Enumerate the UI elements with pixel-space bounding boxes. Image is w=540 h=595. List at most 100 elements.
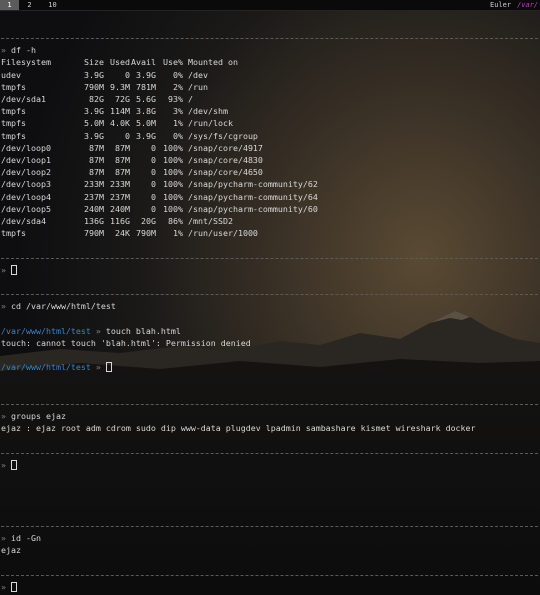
top-status-bar: 1 2 10 Euler/var/: [0, 0, 540, 11]
df-cell: 240M: [110, 203, 130, 214]
df-cell: 100%: [163, 155, 183, 165]
df-cell: 5.0M: [136, 118, 156, 129]
df-cell: udev: [1, 69, 21, 80]
prompt-symbol: »: [95, 325, 101, 336]
df-cell: 5.0M: [84, 118, 104, 129]
terminal-window[interactable]: » df -h Filesystem Size Used Avail Use% …: [1, 32, 540, 593]
command-text: groups ejaz: [11, 411, 66, 422]
df-row: /dev/loop4 237M 237M 0 100% /snap/pycharm-com…: [1, 191, 318, 203]
df-cell: 3.9G: [84, 106, 104, 117]
df-cell: 233M: [110, 179, 130, 190]
command-output: ejaz : ejaz root adm cdrom sudo dip www-…: [1, 423, 476, 434]
df-cell: 20G: [141, 216, 156, 227]
text-cursor: [105, 362, 112, 373]
prompt-symbol: »: [1, 411, 6, 422]
df-cell: tmpfs: [1, 130, 26, 141]
df-cell: 0: [151, 155, 156, 165]
command-line: » id -Gn: [1, 532, 540, 544]
df-header-row: Filesystem Size Used Avail Use% Mounted …: [1, 56, 318, 68]
df-cell: 100%: [163, 167, 183, 178]
df-cell: 9.3M: [110, 81, 130, 92]
df-cell: 82G: [89, 93, 104, 104]
df-row: tmpfs 3.9G 114M 3.8G 3% /dev/shm: [1, 105, 318, 117]
df-cell: 0%: [173, 130, 183, 141]
df-row: /dev/sda4 136G 116G 20G 86% /mnt/SSD2: [1, 215, 318, 227]
df-cell: /snap/core/4917: [188, 142, 263, 153]
df-row: tmpfs 3.9G 0 3.9G 0% /sys/fs/cgroup: [1, 130, 318, 142]
df-cell: 86%: [168, 216, 183, 227]
df-cell: 87M: [89, 155, 104, 165]
df-row: tmpfs 790M 24K 790M 1% /run/user/1000: [1, 227, 318, 239]
df-rows: udev 3.9G 0 3.9G 0%/dev tmpfs 790M 9.3M 781M 2%/r…: [1, 69, 318, 240]
df-cell: 87M: [115, 142, 130, 153]
prompt-separator: [1, 288, 540, 300]
df-cell: 2%: [173, 81, 183, 92]
command-text: df -h: [11, 45, 36, 56]
df-row: udev 3.9G 0 3.9G 0% /dev: [1, 69, 318, 81]
df-cell: 114M: [110, 106, 130, 117]
prompt-line: »: [1, 581, 540, 593]
df-cell: 1%: [173, 228, 183, 239]
df-cell: 100%: [163, 179, 183, 190]
df-cell: 1%: [173, 118, 183, 129]
df-row: /dev/loop5 240M 240M 0 100% /snap/pycharm-com…: [1, 203, 318, 215]
df-cell: 0: [151, 191, 156, 202]
command-output: ejaz: [1, 545, 21, 556]
df-cell: 0: [125, 69, 130, 80]
prompt-line: /var/www/html/test »: [1, 361, 540, 373]
df-cell: 237M: [110, 191, 130, 202]
column-header: Mounted on: [188, 57, 238, 68]
df-cell: 100%: [163, 203, 183, 214]
df-row: /dev/loop2 87M 87M 0 100% /snap/core/4650: [1, 166, 318, 178]
df-cell: 93%: [168, 93, 183, 104]
df-cell: /dev/loop4: [1, 191, 51, 202]
df-cell: /snap/pycharm-community/64: [188, 191, 318, 202]
text-cursor: [11, 459, 17, 470]
df-cell: 0: [125, 130, 130, 141]
df-cell: 116G: [110, 216, 130, 227]
df-cell: 3%: [173, 106, 183, 117]
column-header: Size: [84, 57, 104, 68]
df-cell: 0: [151, 167, 156, 178]
df-cell: tmpfs: [1, 81, 26, 92]
command-line: /var/www/html/test » touch blah.html: [1, 325, 540, 337]
df-row: /dev/loop1 87M 87M 0 100% /snap/core/4830: [1, 154, 318, 166]
df-cell: 136G: [84, 216, 104, 227]
error-output: touch: cannot touch 'blah.html': Permiss…: [1, 337, 251, 348]
prompt-symbol: »: [1, 459, 6, 470]
command-line: » groups ejaz: [1, 410, 540, 422]
text-cursor: [11, 581, 17, 592]
df-cell: /mnt/SSD2: [188, 216, 233, 227]
current-path: /var/www/html/test: [1, 325, 91, 336]
df-cell: /: [188, 93, 193, 104]
df-cell: /sys/fs/cgroup: [188, 130, 258, 141]
df-cell: 237M: [84, 191, 104, 202]
df-cell: 87M: [115, 155, 130, 165]
df-cell: 3.8G: [136, 106, 156, 117]
df-cell: /snap/core/4650: [188, 167, 263, 178]
df-cell: /run/user/1000: [188, 228, 258, 239]
df-cell: /dev: [188, 69, 208, 80]
workspace-tab-10[interactable]: 10: [44, 0, 61, 10]
df-cell: 87M: [89, 142, 104, 153]
command-line: » df -h: [1, 44, 540, 56]
prompt-separator: [1, 252, 540, 264]
workspace-tab-2[interactable]: 2: [21, 0, 38, 10]
workspace-tab-1[interactable]: 1: [0, 0, 19, 10]
df-cell: 100%: [163, 142, 183, 153]
window-title: Euler/var/: [490, 0, 538, 10]
df-cell: 3.9G: [84, 130, 104, 141]
df-cell: 3.9G: [136, 130, 156, 141]
df-row: /dev/loop0 87M 87M 0 100% /snap/core/4917: [1, 142, 318, 154]
df-cell: 0: [151, 142, 156, 153]
prompt-symbol: »: [1, 581, 6, 592]
df-output-table: Filesystem Size Used Avail Use% Mounted …: [1, 56, 318, 239]
command-text: touch blah.html: [105, 325, 181, 336]
prompt-line: »: [1, 264, 540, 276]
df-cell: /snap/pycharm-community/62: [188, 179, 318, 190]
df-cell: tmpfs: [1, 118, 26, 129]
hostname-label: Euler: [490, 1, 512, 9]
column-header: Use%: [163, 57, 183, 68]
df-cell: /dev/sda4: [1, 216, 46, 227]
df-cell: 87M: [115, 167, 130, 178]
